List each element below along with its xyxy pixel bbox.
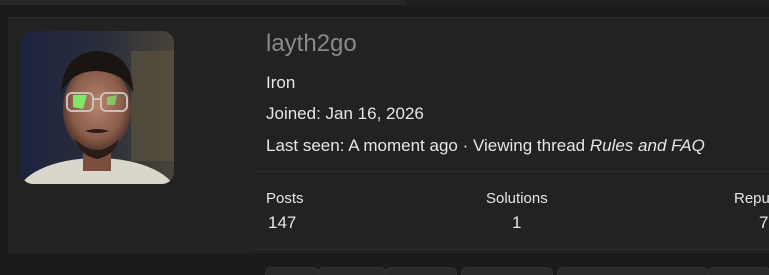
divider xyxy=(252,171,769,172)
last-seen-text: Last seen: A moment ago · Viewing thread xyxy=(266,136,590,155)
viewing-thread-link[interactable]: Rules and FAQ xyxy=(590,136,705,155)
profile-tab[interactable] xyxy=(557,267,709,275)
profile-tab[interactable] xyxy=(318,267,386,275)
stat-solutions-label[interactable]: Solutions xyxy=(486,190,548,207)
joined-date: Joined: Jan 16, 2026 xyxy=(266,104,424,123)
stat-reputation-label[interactable]: Repu xyxy=(734,190,769,207)
profile-tab[interactable] xyxy=(461,267,553,275)
stat-reputation-value[interactable]: 7 xyxy=(759,213,768,233)
stat-posts-label[interactable]: Posts xyxy=(266,190,304,207)
top-bar-right xyxy=(405,0,769,5)
profile-tab[interactable] xyxy=(265,267,319,275)
stat-solutions-value[interactable]: 1 xyxy=(512,213,521,233)
avatar[interactable] xyxy=(21,31,174,184)
profile-tab[interactable] xyxy=(708,267,769,275)
top-bar xyxy=(0,0,405,5)
avatar-photo xyxy=(21,31,174,184)
divider-bottom xyxy=(252,249,769,250)
user-rank: Iron xyxy=(266,73,296,92)
stat-posts-value[interactable]: 147 xyxy=(268,213,296,233)
last-seen: Last seen: A moment ago · Viewing thread… xyxy=(266,136,705,156)
profile-tab[interactable] xyxy=(385,267,457,275)
profile-page: layth2go Iron Joined: Jan 16, 2026 Last … xyxy=(0,0,769,275)
username: layth2go xyxy=(266,30,357,57)
